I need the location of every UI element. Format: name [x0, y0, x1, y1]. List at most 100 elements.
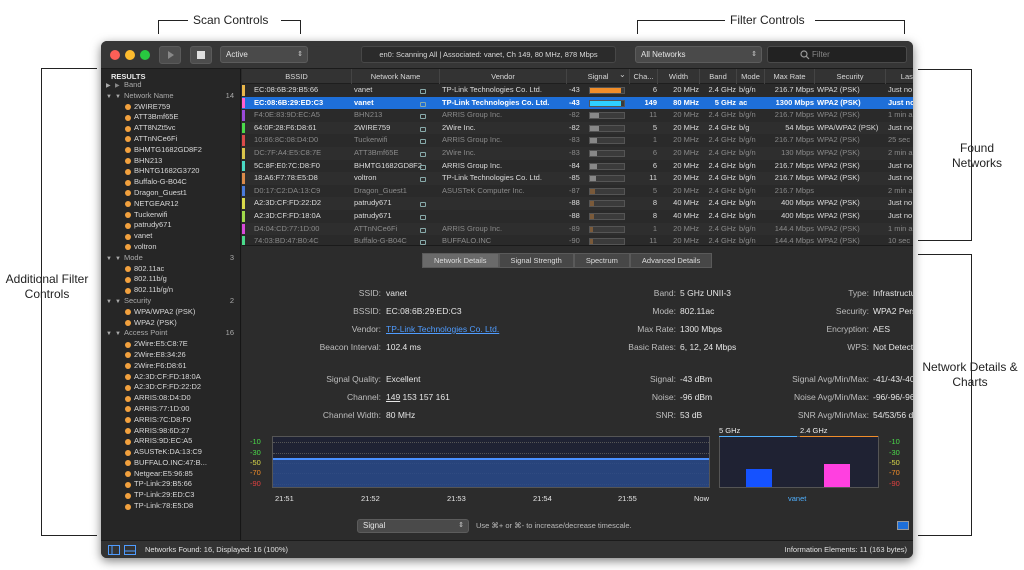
sidebar-filter-item[interactable]: BHMTG1682GD8F2: [101, 145, 240, 156]
sidebar-filter-item[interactable]: 2Wire:F6:D8:61: [101, 361, 240, 372]
table-row[interactable]: A2:3D:CF:FD:18:0A patrudy671 -88 8 40 MHz 2.4…: [242, 210, 913, 223]
y-tick-label: -50: [889, 458, 900, 467]
sidebar-filter-item[interactable]: 2Wire:E5:C8:7E: [101, 339, 240, 350]
cell-sec: [817, 185, 885, 198]
sidebar-filter-item[interactable]: A2:3D:CF:FD:18:0A: [101, 372, 240, 383]
sidebar-filter-item[interactable]: ASUSTeK:DA:13:C9: [101, 447, 240, 458]
network-filter-select[interactable]: All Networks ⇕: [635, 46, 762, 63]
table-row[interactable]: 74:03:BD:47:B0:4C Buffalo-G-B04C BUFFALO.I…: [242, 235, 913, 245]
chart-type-select[interactable]: Signal ⇕: [357, 519, 469, 533]
network-color-tag: [242, 185, 245, 197]
sidebar-filter-item[interactable]: TP-Link:29:B5:66: [101, 479, 240, 490]
sidebar-filter-item[interactable]: 802.11b/g: [101, 274, 240, 285]
sidebar-filter-item[interactable]: WPA2 (PSK): [101, 318, 240, 329]
sidebar-filter-item[interactable]: ARRIS:7C:D8:F0: [101, 415, 240, 426]
cell-width: 20 MHz: [673, 160, 699, 170]
sidebar-filter-item[interactable]: ATT3Bmf65E: [101, 112, 240, 123]
signal-strength-bar: [589, 175, 625, 183]
sidebar-filter-item[interactable]: ARRIS:77:1D:00: [101, 404, 240, 415]
scan-mode-select[interactable]: Active ⇕: [220, 46, 308, 63]
column-header[interactable]: Security: [815, 69, 886, 84]
table-row[interactable]: EC:08:6B:29:B5:66 vanet TP-Link Technologi…: [242, 84, 913, 97]
table-row[interactable]: 64:0F:28:F6:D8:61 2WIRE759 2Wire Inc. -82 5 2…: [242, 121, 913, 135]
table-row[interactable]: F4:0E:83:9D:EC:A5 BHN213 ARRIS Group Inc. -…: [242, 109, 913, 122]
zoom-window-button[interactable]: [140, 50, 150, 60]
sidebar-filter-item[interactable]: Tuckerwifi: [101, 210, 240, 221]
sidebar-filter-item[interactable]: 2Wire:E8:34:26: [101, 350, 240, 361]
sidebar-filter-item[interactable]: 802.11ac: [101, 264, 240, 275]
sidebar-filter-item[interactable]: BHN213: [101, 156, 240, 167]
table-row[interactable]: 5C:8F:E0:7C:D8:F0 BHMTG1682GD8F2 ARRIS Gro…: [242, 160, 913, 173]
color-swatch-button[interactable]: [897, 521, 909, 530]
sidebar-filter-item[interactable]: ARRIS:08:D4:D0: [101, 393, 240, 404]
sidebar-filter-item[interactable]: A2:3D:CF:FD:22:D2: [101, 382, 240, 393]
group-access-point[interactable]: ▼ ▼ Access Point 16: [101, 328, 240, 339]
column-header[interactable]: Cha...: [630, 69, 658, 84]
signal-strength-bar: [589, 187, 625, 195]
close-window-button[interactable]: [110, 50, 120, 60]
callout-filter-controls: Filter Controls: [730, 13, 805, 27]
column-header[interactable]: Max Rate: [765, 69, 815, 84]
table-row[interactable]: DC:7F:A4:E5:C8:7E ATT3Bmf65E 2Wire Inc. -83…: [242, 146, 913, 160]
sidebar-filter-item[interactable]: ARRIS:9D:EC:A5: [101, 436, 240, 447]
sidebar-filter-item[interactable]: WPA/WPA2 (PSK): [101, 307, 240, 318]
table-row[interactable]: A2:3D:CF:FD:22:D2 patrudy671 -88 8 40 MHz 2.4…: [242, 197, 913, 210]
group-band[interactable]: ▶ ▶ Band: [101, 80, 240, 91]
column-header[interactable]: Mode: [737, 69, 765, 84]
tab-network-details[interactable]: Network Details: [422, 253, 499, 268]
table-row[interactable]: D0:17:C2:DA:13:C9 Dragon_Guest1 ASUSTeK Co…: [242, 185, 913, 198]
sidebar-filter-item[interactable]: TP-Link:29:ED:C3: [101, 490, 240, 501]
table-row[interactable]: EC:08:6B:29:ED:C3 vanet TP-Link Technologi…: [242, 96, 913, 110]
chart-type-value: Signal: [363, 521, 386, 530]
sidebar-toggle-icon[interactable]: [108, 545, 120, 555]
sidebar-filter-item[interactable]: Buffalo-G-B04C: [101, 177, 240, 188]
sidebar-filter-item[interactable]: NETGEAR12: [101, 199, 240, 210]
table-row[interactable]: 18:A6:F7:78:E5:D8 voltron TP-Link Technolo…: [242, 172, 913, 185]
encryption-label: Encryption:: [826, 324, 869, 334]
tab-signal-strength[interactable]: Signal Strength: [498, 253, 574, 268]
sidebar-filter-item[interactable]: ATTnNCe6Fi: [101, 134, 240, 145]
vendor-link[interactable]: TP-Link Technologies Co. Ltd.: [386, 324, 499, 334]
sidebar-filter-item[interactable]: ATT8NZt5vc: [101, 123, 240, 134]
sidebar-filter-item[interactable]: BUFFALO.INC:47:B...: [101, 458, 240, 469]
tab-spectrum[interactable]: Spectrum: [573, 253, 630, 268]
sidebar-item-label: 2Wire:E8:34:26: [134, 349, 186, 359]
column-header[interactable]: Last Se: [886, 69, 913, 84]
column-header[interactable]: Width: [658, 69, 700, 84]
start-scan-button[interactable]: [159, 46, 181, 64]
sidebar-filter-item[interactable]: 802.11b/g/n: [101, 285, 240, 296]
sidebar-filter-item[interactable]: voltron: [101, 242, 240, 253]
table-row[interactable]: 10:86:8C:08:D4:D0 Tuckerwifi ARRIS Group I…: [242, 134, 913, 147]
minimize-window-button[interactable]: [125, 50, 135, 60]
column-header[interactable]: BSSID: [242, 69, 352, 84]
network-color-tag: [242, 97, 245, 109]
details-toggle-icon[interactable]: [124, 545, 136, 555]
sidebar-filter-item[interactable]: ARRIS:98:6D:27: [101, 426, 240, 437]
filter-toggle-icon: [125, 168, 131, 175]
sidebar-filter-item[interactable]: patrudy671: [101, 220, 240, 231]
networks-table: BSSID Network Name Vendor Signal Cha... Width…: [242, 69, 913, 245]
column-header[interactable]: Band: [700, 69, 737, 84]
tab-advanced-details[interactable]: Advanced Details: [629, 253, 713, 268]
filter-search-input[interactable]: Filter: [767, 46, 907, 63]
sidebar-filter-item[interactable]: Netgear:E5:96:85: [101, 469, 240, 480]
cell-band: 2.4 GHz: [708, 85, 736, 94]
sidebar-filter-item[interactable]: TP-Link:78:E5:D8: [101, 501, 240, 512]
column-header[interactable]: Network Name: [352, 69, 440, 84]
group-security[interactable]: ▼ ▼ Security 2: [101, 296, 240, 307]
sidebar-filter-item[interactable]: 2WIRE759: [101, 102, 240, 113]
sidebar-item-label: Tuckerwifi: [134, 209, 168, 219]
cell-last: 2 min a: [888, 185, 913, 195]
group-network-name[interactable]: ▼ ▼ Network Name 14: [101, 91, 240, 102]
signal-history-chart: [272, 436, 710, 488]
stop-scan-button[interactable]: [190, 46, 212, 64]
signal-strength-fill: [590, 188, 596, 194]
sidebar-filter-item[interactable]: vanet: [101, 231, 240, 242]
sidebar-filter-item[interactable]: BHNTG1682G3720: [101, 166, 240, 177]
cell-sec: WPA2 (PSK): [817, 110, 860, 120]
table-row[interactable]: D4:04:CD:77:1D:00 ATTnNCe6Fi ARRIS Group I…: [242, 222, 913, 236]
signal-quality-value: Excellent: [386, 374, 421, 384]
group-mode[interactable]: ▼ ▼ Mode 3: [101, 253, 240, 264]
column-header[interactable]: Vendor: [440, 69, 567, 84]
sidebar-filter-item[interactable]: Dragon_Guest1: [101, 188, 240, 199]
